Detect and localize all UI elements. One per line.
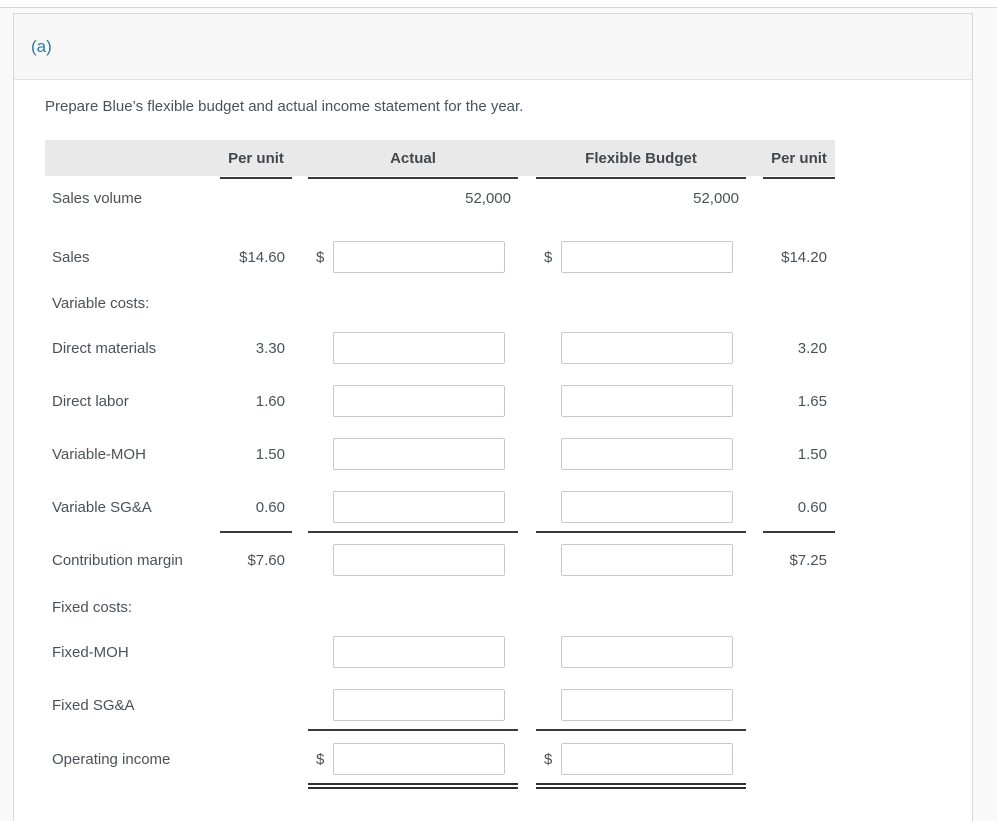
table-header-row: Per unit Actual Flexible Budget Per unit xyxy=(45,140,835,176)
fixed-sga-actual-input[interactable] xyxy=(333,689,505,721)
header-underline-row xyxy=(45,177,835,179)
row-variable-costs-section: Variable costs: xyxy=(45,291,835,315)
column-header-flexible-budget: Flexible Budget xyxy=(585,149,697,167)
contribution-margin-per-unit-left: $7.60 xyxy=(247,551,285,569)
dollar-sign: $ xyxy=(544,750,553,768)
variable-sga-per-unit-left: 0.60 xyxy=(255,498,285,516)
sales-volume-actual-value: 52,000 xyxy=(465,189,511,207)
part-header: (a) xyxy=(14,14,972,80)
row-label: Direct labor xyxy=(52,392,129,410)
subtotal-rule xyxy=(220,531,292,533)
income-statement-table: Per unit Actual Flexible Budget Per unit xyxy=(45,140,835,789)
column-header-per-unit-right: Per unit xyxy=(771,149,827,167)
variable-moh-actual-input[interactable] xyxy=(333,438,505,470)
grand-total-double-rule-row xyxy=(45,783,835,789)
direct-labor-flexible-input[interactable] xyxy=(561,385,733,417)
sales-flexible-input[interactable] xyxy=(561,241,733,273)
header-underline xyxy=(220,177,292,179)
subtotal-rule xyxy=(763,531,835,533)
row-label: Sales volume xyxy=(52,189,143,207)
section-label: Variable costs: xyxy=(52,294,150,312)
variable-moh-flexible-input[interactable] xyxy=(561,438,733,470)
row-sales-volume: Sales volume 52,000 52,000 xyxy=(45,186,835,210)
row-label: Operating income xyxy=(52,750,171,768)
contribution-margin-per-unit-right: $7.25 xyxy=(789,551,827,569)
header-underline xyxy=(763,177,835,179)
dollar-sign: $ xyxy=(544,248,553,266)
question-part-panel: (a) Prepare Blue’s flexible budget and a… xyxy=(13,13,973,821)
row-operating-income: Operating income $ $ xyxy=(45,743,835,775)
row-direct-materials: Direct materials 3.30 3.20 xyxy=(45,332,835,364)
row-direct-labor: Direct labor 1.60 1.65 xyxy=(45,385,835,417)
header-underline xyxy=(308,177,518,179)
row-label: Direct materials xyxy=(52,339,157,357)
top-divider xyxy=(0,0,997,8)
variable-sga-actual-input[interactable] xyxy=(333,491,505,523)
subtotal-rule xyxy=(536,531,746,533)
row-sales: Sales $14.60 $ $ $14.20 xyxy=(45,241,835,273)
row-label: Contribution margin xyxy=(52,551,183,569)
row-variable-sga: Variable SG&A 0.60 0.60 xyxy=(45,491,835,523)
total-rule xyxy=(308,729,518,731)
direct-materials-actual-input[interactable] xyxy=(333,332,505,364)
column-header-per-unit-left: Per unit xyxy=(228,149,284,167)
operating-income-flexible-input[interactable] xyxy=(561,743,733,775)
variable-sga-flexible-input[interactable] xyxy=(561,491,733,523)
row-variable-moh: Variable-MOH 1.50 1.50 xyxy=(45,438,835,470)
direct-labor-actual-input[interactable] xyxy=(333,385,505,417)
direct-materials-per-unit-right: 3.20 xyxy=(797,339,827,357)
fixed-sga-flexible-input[interactable] xyxy=(561,689,733,721)
part-body: Prepare Blue’s flexible budget and actua… xyxy=(14,80,972,789)
dollar-sign: $ xyxy=(316,750,325,768)
column-header-actual: Actual xyxy=(390,149,436,167)
contribution-margin-actual-input[interactable] xyxy=(333,544,505,576)
row-label: Variable SG&A xyxy=(52,498,152,516)
sales-per-unit-right: $14.20 xyxy=(781,248,827,266)
subtotal-rule xyxy=(308,531,518,533)
row-label: Fixed-MOH xyxy=(52,643,129,661)
variable-sga-per-unit-right: 0.60 xyxy=(797,498,827,516)
fixed-moh-flexible-input[interactable] xyxy=(561,636,733,668)
direct-materials-per-unit-left: 3.30 xyxy=(255,339,285,357)
sales-per-unit-left: $14.60 xyxy=(239,248,285,266)
double-underline xyxy=(536,783,746,789)
header-underline xyxy=(536,177,746,179)
row-label: Fixed SG&A xyxy=(52,696,135,714)
sales-volume-flexible-value: 52,000 xyxy=(693,189,739,207)
instruction-text: Prepare Blue’s flexible budget and actua… xyxy=(45,98,524,115)
variable-moh-per-unit-right: 1.50 xyxy=(797,445,827,463)
double-underline xyxy=(308,783,518,789)
row-label: Sales xyxy=(52,248,90,266)
row-contribution-margin: Contribution margin $7.60 $7.25 xyxy=(45,544,835,576)
direct-materials-flexible-input[interactable] xyxy=(561,332,733,364)
direct-labor-per-unit-left: 1.60 xyxy=(255,392,285,410)
subtotal-rule-row xyxy=(45,531,835,533)
section-label: Fixed costs: xyxy=(52,598,133,616)
row-fixed-costs-section: Fixed costs: xyxy=(45,595,835,619)
sales-actual-input[interactable] xyxy=(333,241,505,273)
direct-labor-per-unit-right: 1.65 xyxy=(797,392,827,410)
total-rule xyxy=(536,729,746,731)
operating-income-actual-input[interactable] xyxy=(333,743,505,775)
row-fixed-sga: Fixed SG&A xyxy=(45,689,835,721)
variable-moh-per-unit-left: 1.50 xyxy=(255,445,285,463)
row-label: Variable-MOH xyxy=(52,445,146,463)
dollar-sign: $ xyxy=(316,248,325,266)
part-label: (a) xyxy=(31,36,52,56)
total-rule-row xyxy=(45,729,835,731)
fixed-moh-actual-input[interactable] xyxy=(333,636,505,668)
contribution-margin-flexible-input[interactable] xyxy=(561,544,733,576)
row-fixed-moh: Fixed-MOH xyxy=(45,636,835,668)
